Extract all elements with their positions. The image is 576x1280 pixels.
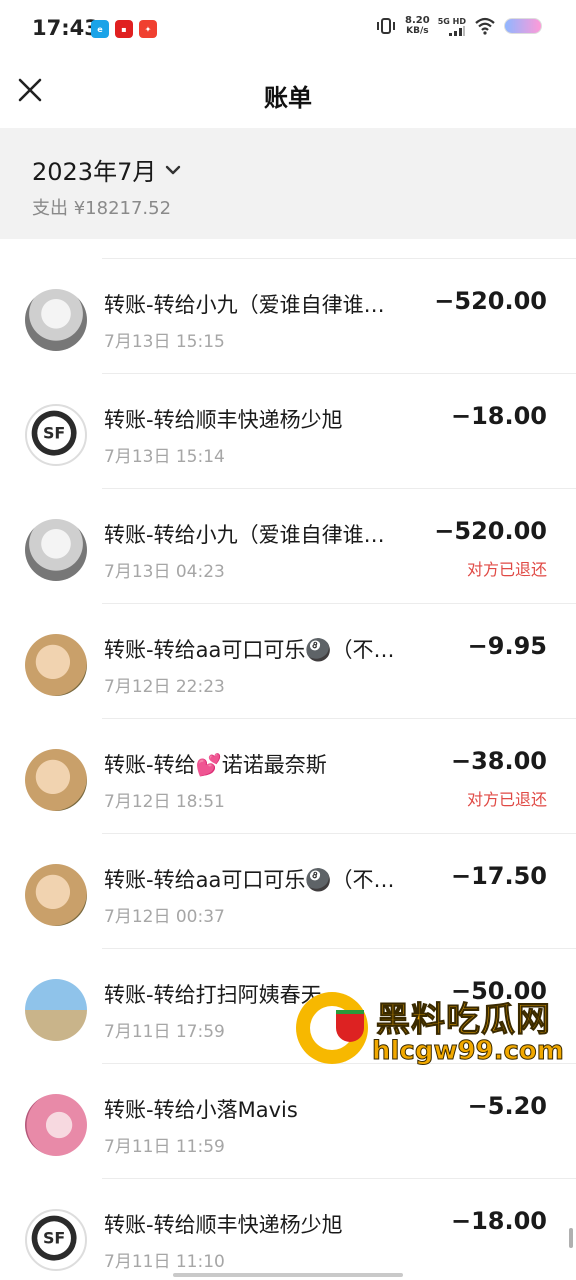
month-summary: 2023年7月 支出 ¥18217.52 — [0, 128, 576, 239]
transaction-amount: −18.00 — [450, 402, 547, 430]
scrollbar[interactable] — [569, 1228, 573, 1248]
watermark-logo: 黑料吃瓜网 hlcgw99.com — [296, 988, 576, 1078]
transaction-list: 转账-转给小九（爱谁自律谁… 7月13日 15:15 −520.00 SF 转账-转给顺… — [0, 240, 576, 1280]
month-selector[interactable]: 2023年7月 — [32, 152, 182, 187]
transaction-title: 转账-转给aa可口可乐🎱（不… — [104, 638, 395, 662]
transaction-amount: −5.20 — [467, 1092, 547, 1120]
app-notification-icon: e — [91, 20, 109, 38]
app-notification-icon: ▪ — [115, 20, 133, 38]
watermark-url: hlcgw99.com — [372, 1036, 565, 1067]
transaction-title: 转账-转给小九（爱谁自律谁… — [104, 293, 385, 317]
notification-icons: e ▪ ✦ — [91, 20, 157, 38]
transaction-date: 7月13日 15:14 — [104, 447, 225, 467]
transaction-date: 7月12日 18:51 — [104, 792, 225, 812]
transaction-item[interactable]: 转账-转给aa可口可乐🎱（不… 7月12日 22:23 −9.95 — [0, 604, 576, 719]
transaction-date: 7月11日 11:59 — [104, 1137, 225, 1157]
status-time: 17:43 — [32, 16, 99, 40]
status-bar: 17:43 e ▪ ✦ 8.20 KB/s 5G HD — [0, 0, 576, 60]
chevron-down-icon — [166, 165, 181, 174]
wifi-icon — [475, 17, 495, 35]
transaction-title: 转账-转给aa可口可乐🎱（不… — [104, 868, 395, 892]
transaction-date: 7月11日 17:59 — [104, 1022, 225, 1042]
photo-avatar — [25, 749, 87, 811]
transaction-amount: −38.00 — [450, 747, 547, 775]
transaction-date: 7月12日 22:23 — [104, 677, 225, 697]
transaction-amount: −520.00 — [434, 517, 547, 545]
transaction-amount: −18.00 — [450, 1207, 547, 1235]
transaction-date: 7月13日 04:23 — [104, 562, 225, 582]
sf-express-logo: SF — [25, 1209, 87, 1271]
svg-text:SF: SF — [43, 424, 65, 443]
transaction-date: 7月11日 11:10 — [104, 1252, 225, 1272]
signal-label: 5G HD — [437, 16, 466, 26]
speed-value: 8.20 — [405, 15, 430, 26]
signal-icon: 5G HD — [438, 17, 466, 36]
transaction-title: 转账-转给顺丰快递杨少旭 — [104, 408, 343, 432]
transaction-item[interactable]: 转账-转给小落Mavis 7月11日 11:59 −5.20 — [0, 1064, 576, 1179]
expense-total: 支出 ¥18217.52 — [32, 198, 172, 219]
transaction-item[interactable]: 转账-转给💕诺诺最奈斯 7月12日 18:51 −38.00 对方已退还 — [0, 719, 576, 834]
transaction-amount: −9.95 — [467, 632, 547, 660]
transaction-title: 转账-转给💕诺诺最奈斯 — [104, 753, 327, 777]
refund-status: 对方已退还 — [466, 790, 547, 809]
watermark-text: 黑料吃瓜网 — [376, 1000, 551, 1041]
page-title: 账单 — [264, 84, 312, 112]
photo-avatar — [25, 634, 87, 696]
home-indicator[interactable] — [173, 1273, 403, 1277]
transaction-item[interactable]: 转账-转给小九（爱谁自律谁… 7月13日 04:23 −520.00 对方已退还 — [0, 489, 576, 604]
transaction-amount: −17.50 — [450, 862, 547, 890]
transaction-amount: −520.00 — [434, 287, 547, 315]
svg-text:SF: SF — [43, 1229, 65, 1248]
pink-hair-avatar — [25, 1094, 87, 1156]
transaction-item[interactable]: 转账-转给小九（爱谁自律谁… 7月13日 15:15 −520.00 — [0, 259, 576, 374]
speed-unit: KB/s — [406, 26, 429, 36]
transaction-item[interactable]: SF 转账-转给顺丰快递杨少旭 7月13日 15:14 −18.00 — [0, 374, 576, 489]
status-indicators: 8.20 KB/s 5G HD — [375, 16, 542, 36]
transaction-item[interactable]: 转账-转给aa可口可乐🎱（不… 7月12日 00:37 −17.50 — [0, 834, 576, 949]
transaction-title: 转账-转给顺丰快递杨少旭 — [104, 1213, 343, 1237]
anime-girl-avatar — [25, 289, 87, 351]
battery-icon — [504, 18, 542, 34]
app-notification-icon: ✦ — [139, 20, 157, 38]
transaction-item[interactable]: SF 转账-转给顺丰快递杨少旭 7月11日 11:10 −18.00 — [0, 1179, 576, 1280]
transaction-title: 转账-转给小落Mavis — [104, 1098, 298, 1122]
transaction-date: 7月12日 00:37 — [104, 907, 225, 927]
anime-girl-avatar — [25, 519, 87, 581]
beach-avatar — [25, 979, 87, 1041]
watermark-melon-icon — [336, 1010, 364, 1042]
transaction-title: 转账-转给小九（爱谁自律谁… — [104, 523, 385, 547]
month-label: 2023年7月 — [32, 158, 157, 186]
refund-status: 对方已退还 — [466, 560, 547, 579]
nav-bar: 账单 — [0, 60, 576, 128]
photo-avatar — [25, 864, 87, 926]
transaction-date: 7月13日 15:15 — [104, 332, 225, 352]
vibrate-icon — [377, 18, 396, 34]
sf-express-logo: SF — [25, 404, 87, 466]
network-speed: 8.20 KB/s — [405, 15, 430, 37]
